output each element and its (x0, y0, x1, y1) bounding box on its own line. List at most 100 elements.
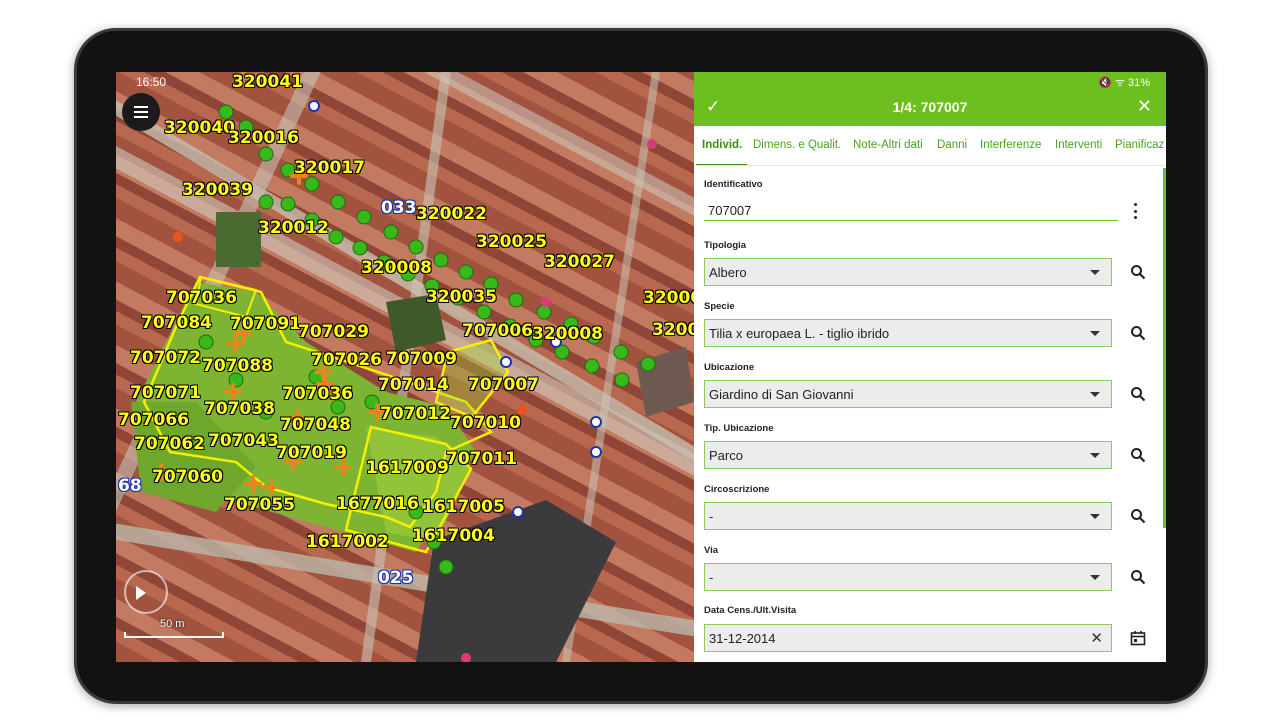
tree-id-label[interactable]: 1677016 (336, 496, 419, 513)
tree-id-label[interactable]: 707026 (311, 352, 382, 369)
status-bar: 🔇 ᯤ 31% (694, 72, 1166, 90)
tipologia-label: Tipologia (704, 240, 747, 251)
search-icon[interactable] (1130, 447, 1146, 463)
circoscrizione-label: Circoscrizione (704, 484, 770, 495)
tree-id-label[interactable]: 320017 (294, 160, 365, 177)
tip-ubicazione-label: Tip. Ubicazione (704, 423, 774, 434)
tree-id-label[interactable]: 707010 (450, 415, 521, 432)
tree-id-label[interactable]: 320016 (228, 130, 299, 147)
tree-id-label[interactable]: 3200 (652, 322, 694, 339)
close-icon[interactable]: ✕ (1137, 96, 1152, 117)
tree-id-label[interactable]: 707060 (152, 469, 223, 486)
specie-label: Specie (704, 301, 735, 312)
chevron-down-icon (1090, 514, 1100, 519)
search-icon[interactable] (1130, 569, 1146, 585)
compass-icon[interactable] (124, 570, 168, 614)
tree-id-label[interactable]: 707048 (280, 417, 351, 434)
tree-id-label[interactable]: 707036 (166, 290, 237, 307)
tree-id-label[interactable]: 707043 (208, 433, 279, 450)
identificativo-input[interactable]: 707007 (704, 197, 1118, 221)
tab-dimens-qualit[interactable]: Dimens. e Qualit. (753, 139, 841, 151)
tree-id-label[interactable]: 320008 (532, 326, 603, 343)
tree-id-label[interactable]: 320008 (361, 260, 432, 277)
tree-id-label[interactable]: 320040 (164, 120, 235, 137)
specie-select[interactable]: Tilia x europaea L. - tiglio ibrido (704, 319, 1112, 347)
tree-id-label[interactable]: 1617004 (412, 528, 495, 545)
tree-id-label[interactable]: 320027 (544, 254, 615, 271)
tree-id-label[interactable]: 707071 (130, 385, 201, 402)
tab-individ[interactable]: Individ. (702, 139, 742, 151)
tree-id-label[interactable]: 025 (378, 570, 414, 587)
status-time: 16:50 (136, 75, 167, 89)
search-icon[interactable] (1130, 325, 1146, 341)
calendar-icon[interactable] (1130, 630, 1146, 646)
scrollbar[interactable] (1163, 168, 1166, 528)
tree-id-label[interactable]: 68 (118, 478, 142, 495)
tree-id-label[interactable]: 707006 (462, 323, 533, 340)
tree-id-label[interactable]: 033 (381, 200, 417, 217)
tree-id-label[interactable]: 707055 (224, 497, 295, 514)
tree-id-label[interactable]: 707036 (282, 386, 353, 403)
tab-interferenze[interactable]: Interferenze (980, 139, 1041, 151)
ubicazione-select[interactable]: Giardino di San Giovanni (704, 380, 1112, 408)
tree-id-label[interactable]: 707029 (298, 324, 369, 341)
menu-icon-line (134, 116, 148, 118)
tree-id-label[interactable]: 1617009 (366, 460, 449, 477)
tree-id-label[interactable]: 707088 (202, 358, 273, 375)
tree-id-label[interactable]: 320041 (232, 74, 303, 91)
clear-icon[interactable]: ✕ (1090, 629, 1103, 647)
battery-level: 31% (1127, 77, 1150, 89)
tree-id-label[interactable]: 32000 (643, 290, 694, 307)
chevron-down-icon (1090, 392, 1100, 397)
tree-id-label[interactable]: 320025 (476, 234, 547, 251)
tree-id-label[interactable]: 320022 (416, 206, 487, 223)
tree-id-label[interactable]: 707009 (386, 351, 457, 368)
tablet-screen: 320041 320040 320016 320017 320039 033 320022 3… (116, 72, 1166, 662)
chevron-down-icon (1090, 270, 1100, 275)
tipologia-value: Albero (709, 265, 747, 280)
tipologia-select[interactable]: Albero (704, 258, 1112, 286)
data-cens-label: Data Cens./Ult.Visita (704, 605, 797, 616)
via-label: Via (704, 545, 719, 556)
chevron-down-icon (1090, 575, 1100, 580)
tab-indicator (696, 164, 747, 165)
tip-ubicazione-value: Parco (709, 448, 743, 463)
menu-icon-line (134, 111, 148, 113)
more-options-icon[interactable] (1134, 203, 1138, 219)
tab-interventi[interactable]: Interventi (1055, 139, 1102, 151)
menu-button[interactable] (122, 93, 160, 131)
chevron-down-icon (1090, 331, 1100, 336)
tree-id-label[interactable]: 707038 (204, 401, 275, 418)
tree-id-label[interactable]: 320039 (182, 182, 253, 199)
tab-note-altri-dati[interactable]: Note-Altri dati (853, 139, 923, 151)
tree-id-label[interactable]: 320035 (426, 289, 497, 306)
tree-id-label[interactable]: 1617005 (422, 499, 505, 516)
tree-id-label[interactable]: 707012 (380, 406, 451, 423)
tree-id-label[interactable]: 707007 (468, 377, 539, 394)
tree-id-label[interactable]: 707084 (141, 315, 212, 332)
tree-id-label[interactable]: 1617002 (306, 534, 389, 551)
status-icons: 🔇 ᯤ (1098, 77, 1125, 89)
scale-label: 50 m (160, 618, 185, 630)
scale-bar (124, 632, 224, 638)
detail-panel: 🔇 ᯤ 31% ✓ 1/4: 707007 ✕ Individ. Dimens.… (694, 72, 1166, 662)
via-select[interactable]: - (704, 563, 1112, 591)
tab-pianificaz[interactable]: Pianificaz (1115, 139, 1164, 151)
tip-ubicazione-select[interactable]: Parco (704, 441, 1112, 469)
app-bar: ✓ 1/4: 707007 ✕ (694, 90, 1166, 126)
tree-id-label[interactable]: 707014 (378, 377, 449, 394)
tree-id-label[interactable]: 707072 (130, 350, 201, 367)
tree-id-label[interactable]: 707062 (134, 436, 205, 453)
tree-id-label[interactable]: 707091 (230, 316, 301, 333)
tree-id-label[interactable]: 707011 (446, 451, 517, 468)
tree-id-label[interactable]: 320012 (258, 220, 329, 237)
map-view[interactable]: 320041 320040 320016 320017 320039 033 320022 3… (116, 72, 694, 662)
tree-id-label[interactable]: 707066 (118, 412, 189, 429)
data-cens-input[interactable]: 31-12-2014 ✕ (704, 624, 1112, 652)
search-icon[interactable] (1130, 508, 1146, 524)
search-icon[interactable] (1130, 264, 1146, 280)
tree-id-label[interactable]: 707019 (276, 445, 347, 462)
circoscrizione-select[interactable]: - (704, 502, 1112, 530)
search-icon[interactable] (1130, 386, 1146, 402)
tab-danni[interactable]: Danni (937, 139, 967, 151)
